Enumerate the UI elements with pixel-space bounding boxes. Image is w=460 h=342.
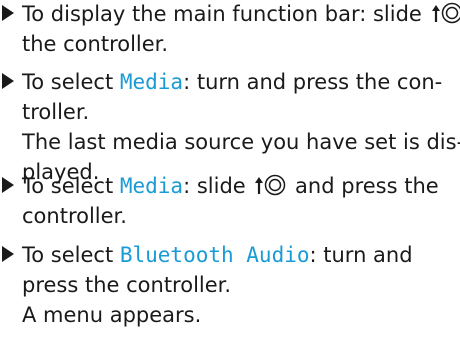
media-menu-label: Media (119, 70, 184, 94)
arrow-bullet-icon (2, 246, 14, 262)
step-2-line-3: The last media source you have set is di… (22, 130, 460, 154)
step-2-text-post: : turn and press the con- (183, 70, 443, 94)
step-2-text-pre: To select (22, 70, 120, 94)
controller-slide-up-icon (254, 174, 286, 196)
step-4-line-2: press the controller. (22, 273, 232, 297)
controller-slide-up-icon (431, 2, 460, 24)
media-menu-label: Media (119, 174, 184, 198)
bluetooth-audio-menu-label: Bluetooth Audio (119, 243, 310, 267)
step-4-line-3: A menu appears. (22, 303, 202, 327)
step-4-line-1: To select Bluetooth Audio: turn and (22, 241, 413, 270)
step-4-text-pre: To select (22, 243, 120, 267)
step-3-text-pre: To select (22, 174, 120, 198)
step-1-line-1: To display the main function bar: slide (22, 0, 460, 29)
step-3-line-1: To select Media: slide and press the (22, 172, 439, 201)
instruction-list: To display the main function bar: slide … (0, 0, 460, 342)
arrow-bullet-icon (2, 177, 14, 193)
step-3-text-post: : slide (183, 174, 253, 198)
arrow-bullet-icon (2, 5, 14, 21)
step-1-text: To display the main function bar: slide (22, 2, 429, 26)
step-4-text-post: : turn and (309, 243, 413, 267)
step-2-line-2: troller. (22, 100, 90, 124)
arrow-bullet-icon (2, 73, 14, 89)
step-3-line-2: controller. (22, 204, 127, 228)
step-3-text-post2: and press the (288, 174, 439, 198)
step-1-line-2: the controller. (22, 32, 169, 56)
step-2-line-1: To select Media: turn and press the con- (22, 68, 442, 97)
